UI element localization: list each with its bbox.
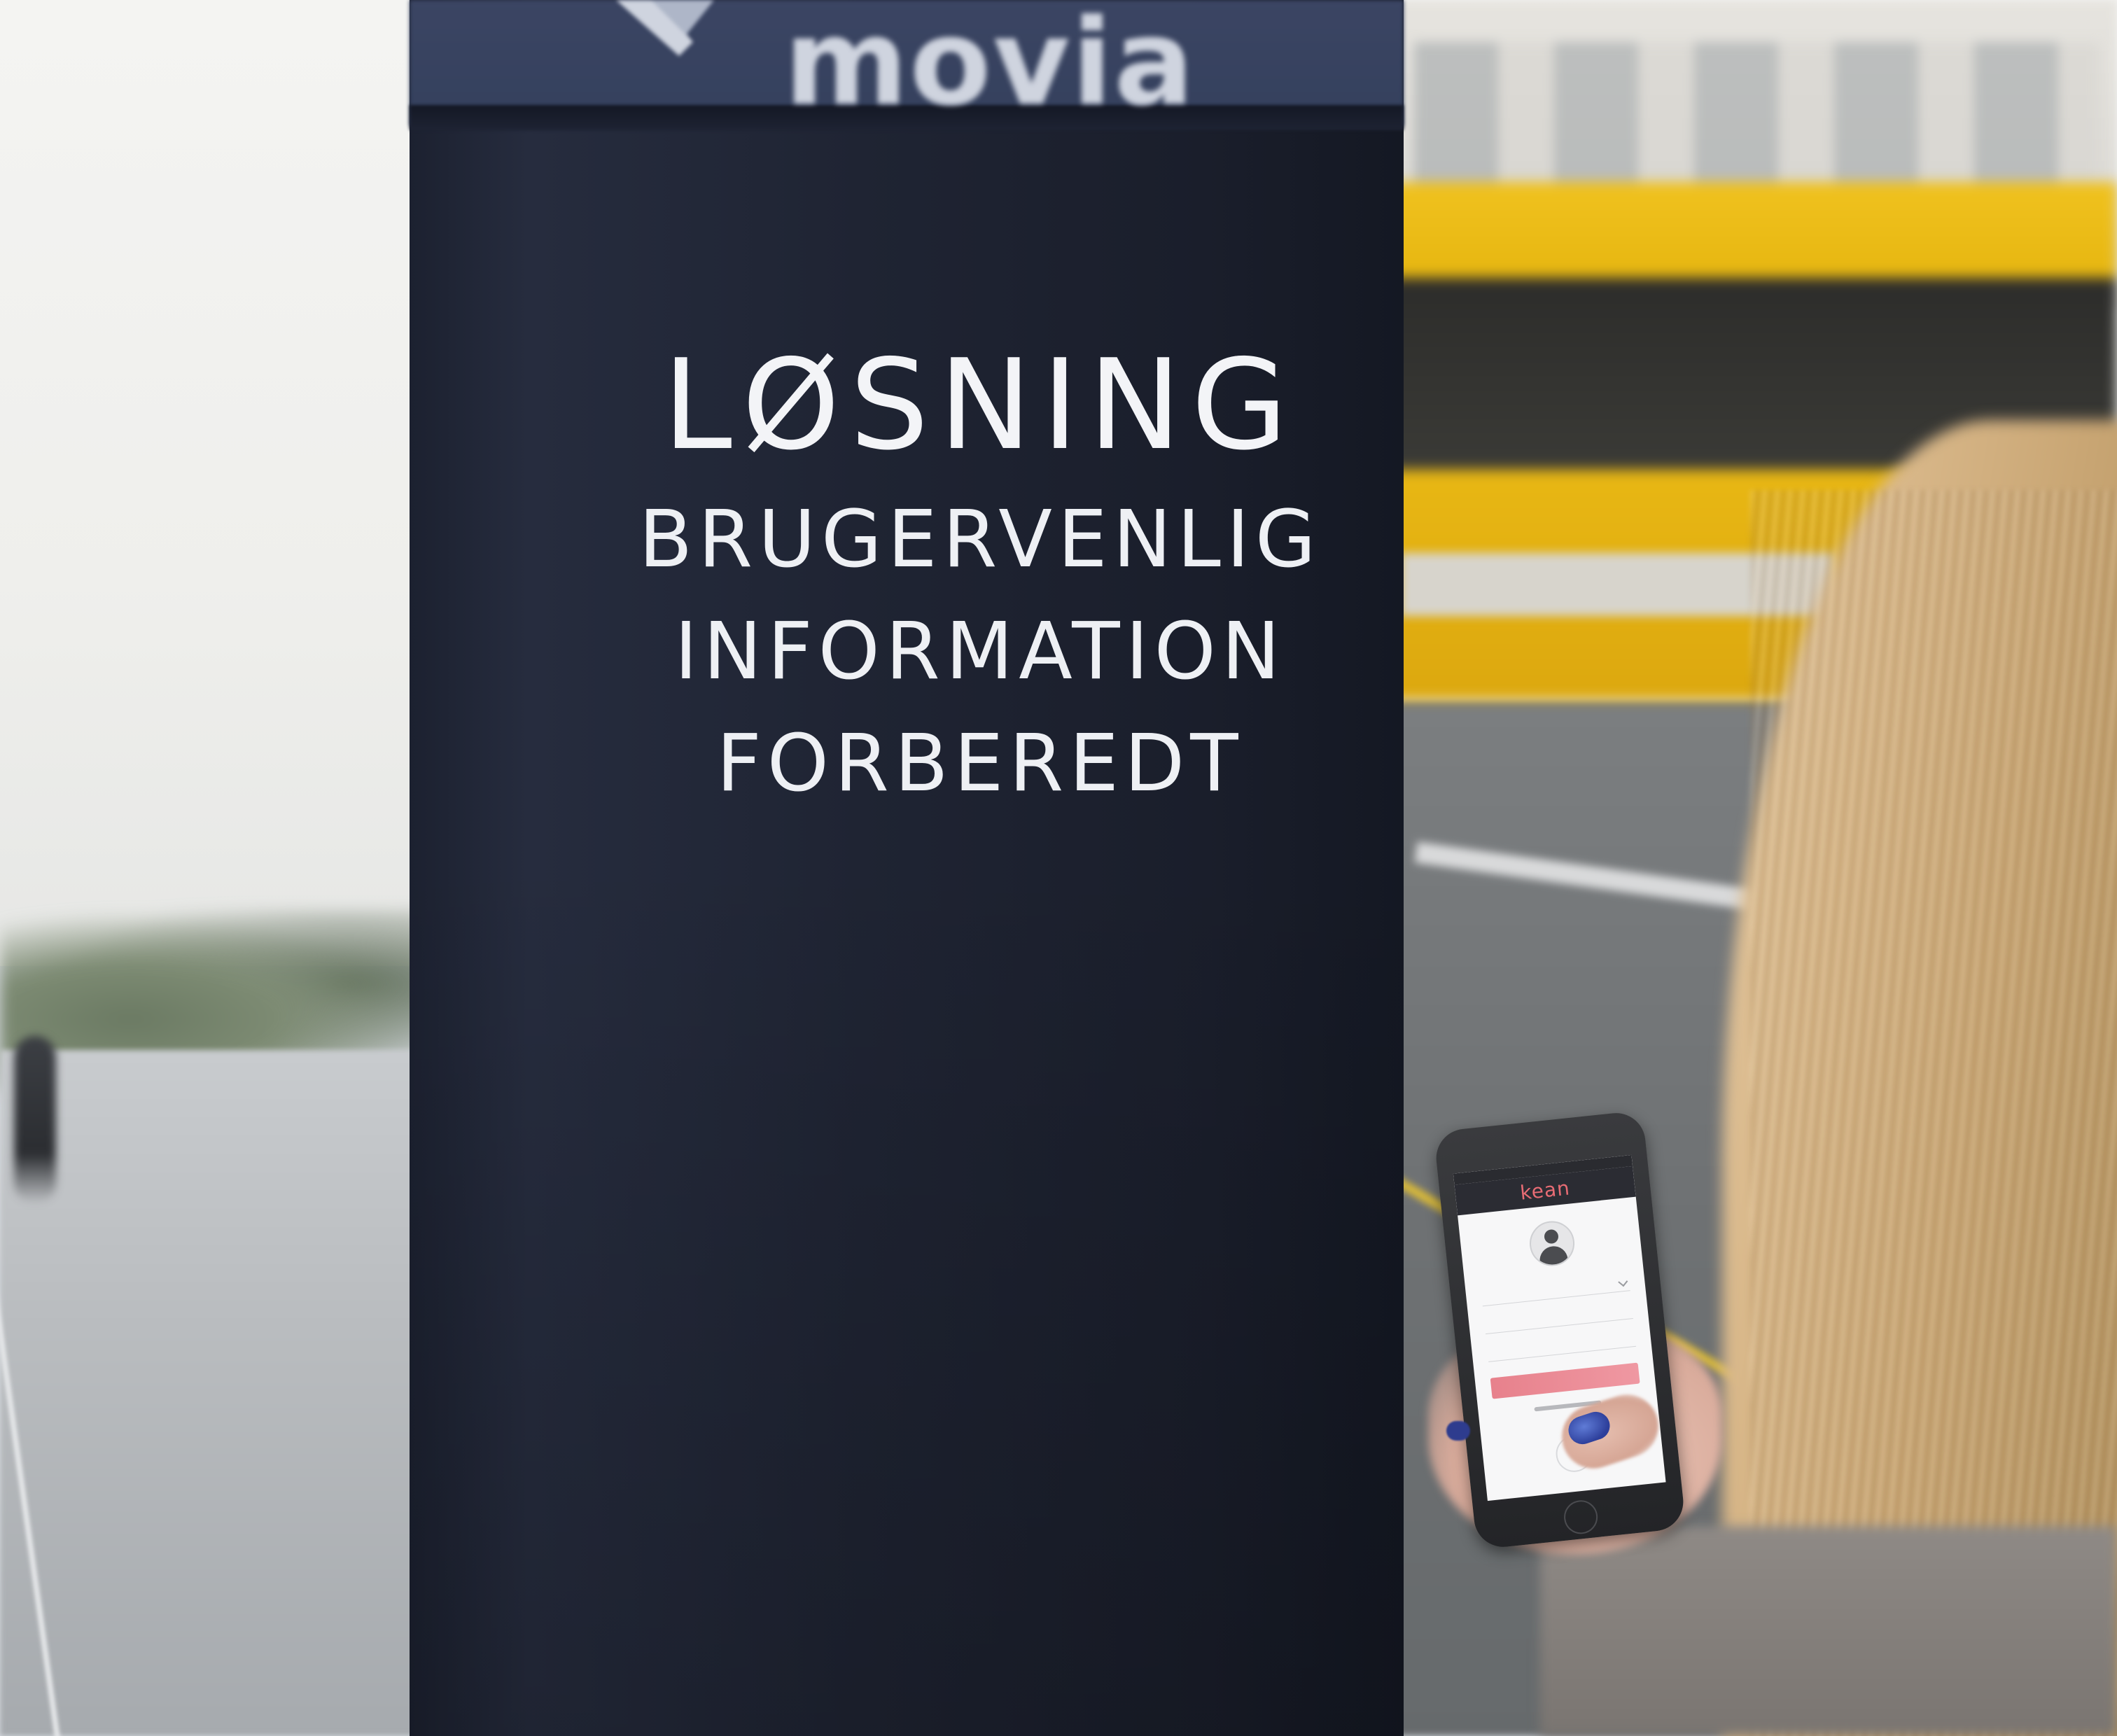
photo-scene: movia LØSNING BRUGERVENLIG INFORMATION F… xyxy=(0,0,2117,1736)
painted-fingernail xyxy=(1446,1421,1470,1441)
username-field[interactable] xyxy=(1483,1303,1633,1335)
sign-line: FORBEREDT xyxy=(716,718,1244,809)
sign-line: BRUGERVENLIG xyxy=(638,494,1322,585)
person-jacket xyxy=(1540,1526,2117,1736)
password-field[interactable] xyxy=(1486,1330,1637,1362)
brand-logo-text: movia xyxy=(784,0,1196,132)
pillar-shading xyxy=(410,840,1404,1736)
login-button[interactable] xyxy=(1490,1362,1640,1399)
phone-home-button xyxy=(1562,1498,1600,1536)
movia-logo-icon xyxy=(616,0,714,56)
smartphone: kean xyxy=(1433,1110,1686,1550)
sign-title: LØSNING xyxy=(662,332,1298,477)
distant-cyclist xyxy=(14,1036,56,1204)
user-avatar-icon xyxy=(1527,1219,1577,1268)
chevron-down-icon xyxy=(1618,1277,1628,1287)
login-select-field[interactable] xyxy=(1481,1275,1630,1307)
sign-line: INFORMATION xyxy=(674,606,1286,697)
